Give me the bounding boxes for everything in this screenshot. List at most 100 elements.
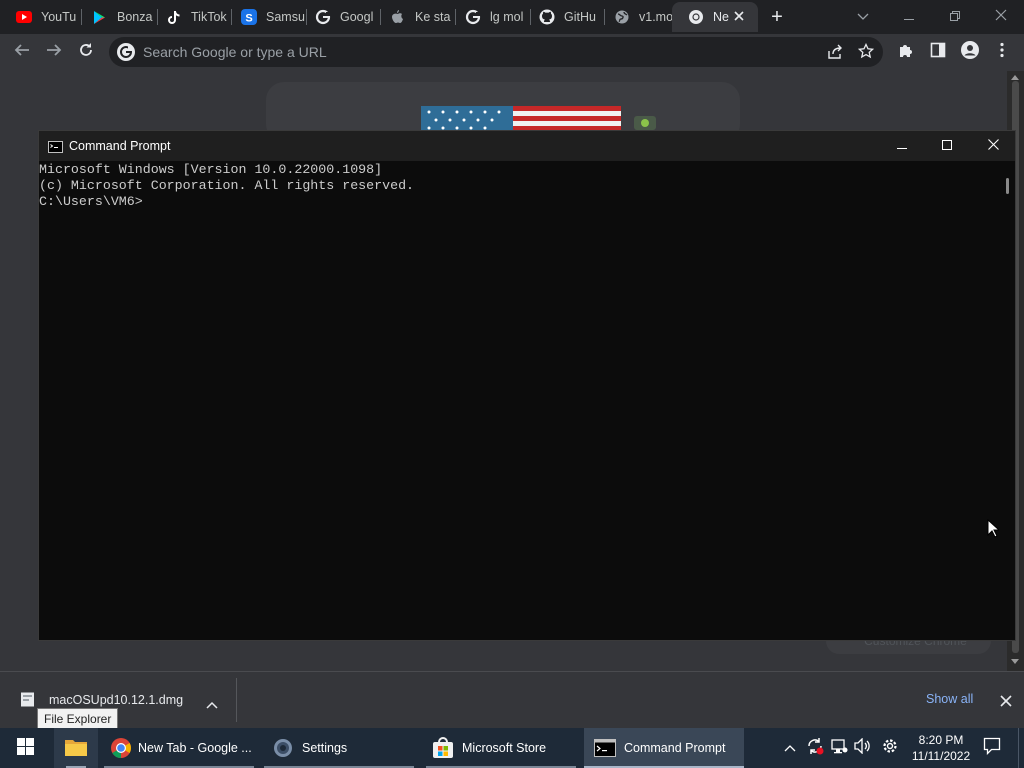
folder-icon (64, 737, 88, 760)
show-desktop-strip[interactable] (1018, 728, 1019, 768)
file-icon (20, 692, 35, 712)
address-bar[interactable]: Search Google or type a URL (109, 37, 883, 67)
google-icon (315, 9, 331, 25)
show-all-downloads-link[interactable]: Show all (926, 692, 973, 706)
tray-settings-icon[interactable] (878, 728, 902, 768)
github-icon (539, 9, 555, 25)
minimize-icon (904, 8, 914, 24)
tab-apple[interactable]: Ke sta (374, 2, 456, 32)
settings-gear-icon (272, 737, 294, 759)
side-panel-button[interactable] (924, 38, 952, 66)
close-icon (995, 8, 1007, 24)
tab-title: YouTu (41, 10, 77, 24)
back-arrow-icon (14, 42, 30, 63)
tab-youtube[interactable]: YouTu (0, 2, 82, 32)
tab-google[interactable]: Googl (299, 2, 381, 32)
maximize-icon (942, 137, 952, 155)
taskbar-microsoft-store[interactable]: Microsoft Store (426, 728, 576, 768)
forward-button[interactable] (40, 38, 68, 66)
notification-center-button[interactable] (980, 728, 1004, 768)
download-file-name[interactable]: macOSUpd10.12.1.dmg (49, 693, 183, 707)
browser-minimize-button[interactable] (886, 0, 932, 32)
tab-new-tab-active[interactable]: Ne (672, 2, 758, 32)
taskbar-file-explorer[interactable] (54, 728, 98, 768)
cmd-title-bar[interactable]: Command Prompt (39, 131, 1015, 161)
browser-restore-button[interactable] (932, 0, 978, 32)
taskbar-item-label: New Tab - Google ... (138, 741, 252, 755)
cmd-minimize-button[interactable] (879, 131, 925, 161)
tiktok-icon (166, 9, 182, 25)
console-prompt-line[interactable]: C:\Users\VM6> (39, 194, 999, 210)
close-icon (987, 137, 999, 155)
globe-icon (614, 9, 630, 25)
scroll-up-arrow-icon[interactable] (1011, 75, 1019, 80)
browser-close-button[interactable] (978, 0, 1024, 32)
chrome-icon (110, 737, 132, 759)
shelf-divider (236, 678, 237, 722)
tab-samsung[interactable]: S Samsu (225, 2, 307, 32)
cmd-console-output[interactable]: Microsoft Windows [Version 10.0.22000.10… (39, 162, 999, 640)
chrome-menu-button[interactable] (988, 38, 1016, 66)
tab-title: v1.mo (639, 10, 674, 24)
chevron-down-icon (857, 8, 869, 24)
cmd-maximize-button[interactable] (924, 131, 970, 161)
side-panel-icon (930, 42, 946, 63)
tab-title: TikTok (191, 10, 227, 24)
show-hidden-icons-button[interactable] (780, 728, 800, 768)
taskbar-command-prompt[interactable]: Command Prompt (584, 728, 744, 768)
taskbar-settings[interactable]: Settings (264, 728, 414, 768)
new-tab-button[interactable]: + (766, 6, 788, 28)
tab-title: Bonza (117, 10, 153, 24)
bookmark-star-icon[interactable] (857, 42, 875, 64)
plus-icon: + (771, 5, 783, 28)
taskbar-item-label: Settings (302, 741, 348, 755)
start-button[interactable] (8, 728, 42, 768)
cmd-close-button[interactable] (970, 131, 1016, 161)
tab-search-button[interactable] (840, 0, 886, 32)
profile-button[interactable] (956, 38, 984, 66)
reload-button[interactable] (72, 38, 100, 66)
console-line: (c) Microsoft Corporation. All rights re… (39, 178, 415, 193)
file-explorer-tooltip: File Explorer (37, 708, 119, 729)
taskbar-item-label: Command Prompt (624, 741, 726, 755)
cmd-scrollbar[interactable] (1000, 162, 1015, 640)
tab-v1[interactable]: v1.mo (598, 2, 680, 32)
address-bar-placeholder[interactable]: Search Google or type a URL (143, 44, 327, 60)
profile-avatar-icon (961, 40, 979, 64)
tray-network-icon[interactable] (828, 728, 850, 768)
tab-title: Ne (713, 10, 729, 24)
tab-title: GitHu (564, 10, 596, 24)
tab-lg[interactable]: lg mol (449, 2, 531, 32)
close-download-shelf-icon[interactable] (1000, 694, 1012, 712)
taskbar-item-label: Microsoft Store (462, 741, 547, 755)
close-tab-icon[interactable] (732, 9, 746, 26)
download-options-chevron-icon[interactable] (206, 696, 218, 714)
cmd-icon (594, 739, 616, 757)
taskbar-chrome[interactable]: New Tab - Google ... (104, 728, 254, 768)
browser-toolbar: Search Google or type a URL (0, 34, 1024, 71)
back-button[interactable] (8, 38, 36, 66)
download-shelf: macOSUpd10.12.1.dmg Show all (0, 671, 1024, 728)
kebab-menu-icon (1000, 42, 1004, 63)
cmd-scrollbar-thumb[interactable] (1006, 178, 1009, 194)
tab-bonza[interactable]: Bonza (76, 2, 158, 32)
windows-start-icon (16, 738, 34, 758)
tab-tiktok[interactable]: TikTok (150, 2, 232, 32)
google-g-icon (117, 43, 135, 61)
network-icon (830, 738, 848, 759)
command-prompt-window[interactable]: Command Prompt Microsoft Windows [Versio… (38, 130, 1016, 641)
sync-error-icon (806, 737, 824, 760)
google-play-icon (92, 9, 108, 25)
tab-github[interactable]: GitHu (523, 2, 605, 32)
gear-icon (881, 737, 899, 760)
tray-sync-icon[interactable] (804, 728, 826, 768)
share-doodle-icon[interactable] (634, 116, 656, 130)
extensions-button[interactable] (892, 38, 920, 66)
tray-volume-icon[interactable] (852, 728, 874, 768)
scroll-down-arrow-icon[interactable] (1011, 659, 1019, 664)
tab-title: Ke sta (415, 10, 451, 24)
share-icon[interactable] (827, 44, 843, 65)
youtube-icon (16, 9, 32, 25)
apple-icon (390, 9, 406, 25)
taskbar-clock[interactable]: 8:20 PM 11/11/2022 (906, 728, 976, 768)
